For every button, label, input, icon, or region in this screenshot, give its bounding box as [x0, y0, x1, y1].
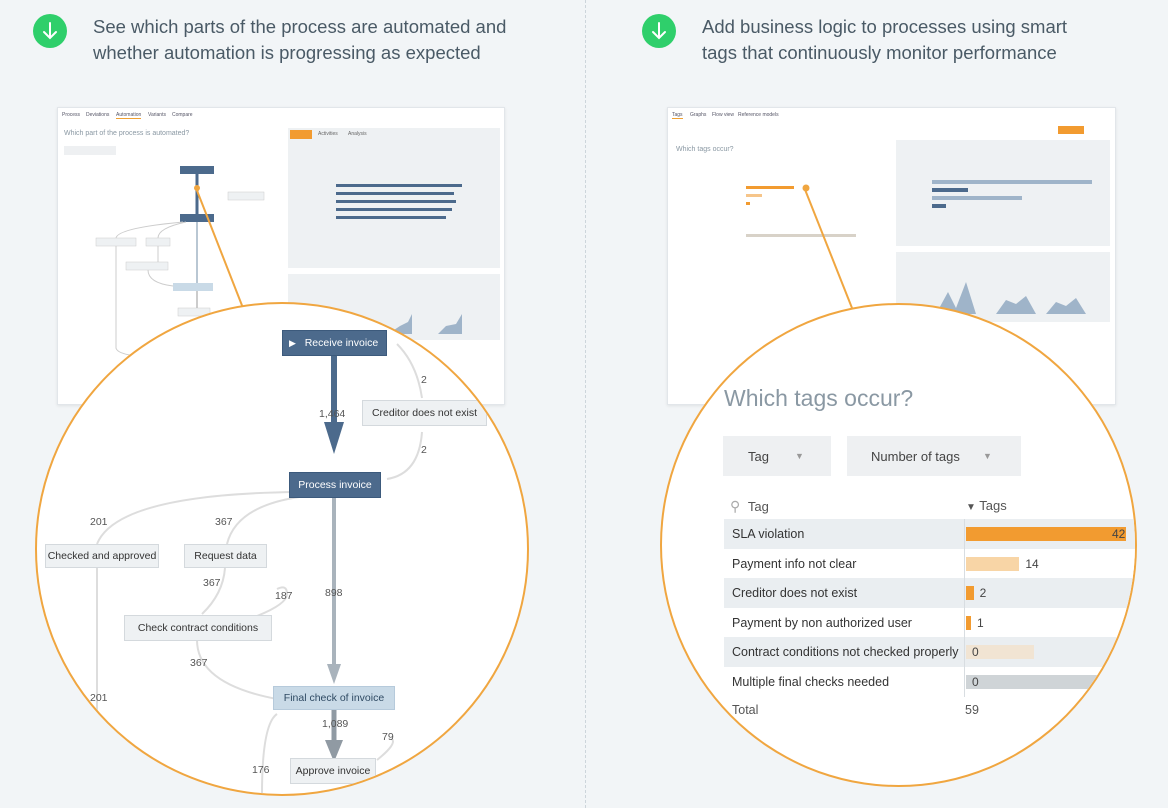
edge-count: 1,089 — [322, 718, 349, 730]
node-checked-label: Checked and approved — [47, 550, 157, 562]
node-receive-invoice[interactable]: ▶ Receive invoice — [282, 330, 387, 356]
tag-row-label: Payment by non authorized user — [732, 615, 912, 630]
node-request-label: Request data — [194, 550, 257, 562]
tag-row[interactable]: Multiple final checks needed 0 — [724, 666, 1135, 697]
play-icon: ▶ — [289, 337, 296, 348]
edge-count: 201 — [90, 516, 108, 528]
edge-count: 79 — [382, 731, 394, 743]
process-zoom-lens: ▶ Receive invoice Creditor does not exis… — [35, 302, 529, 796]
node-process-label: Process invoice — [298, 479, 372, 491]
column-separator — [964, 548, 965, 579]
tags-zoom-lens: Which tags occur? Tag ▼ Number of tags ▼… — [660, 303, 1137, 787]
total-label: Total — [732, 703, 759, 717]
tags-table: SLA violation 42 Payment info not clear 14 C… — [724, 519, 1135, 699]
tag-row-label: Payment info not clear — [732, 556, 857, 571]
tag-count-value: 42 — [1112, 527, 1126, 541]
column-separator — [964, 607, 965, 638]
node-approve-invoice[interactable]: Approve invoice — [290, 758, 376, 784]
tag-row[interactable]: SLA violation 42 — [724, 519, 1135, 549]
chevron-down-icon: ▼ — [983, 451, 992, 461]
node-request-data[interactable]: Request data — [184, 544, 267, 568]
tag-count-value: 0 — [972, 674, 979, 689]
tag-count-bar — [966, 674, 1116, 689]
tag-count-value: 0 — [972, 645, 979, 659]
edge-count: 1,464 — [319, 408, 346, 420]
tag-count-value: 14 — [1025, 556, 1039, 571]
node-contract-label: Check contract conditions — [137, 622, 259, 634]
column-separator — [964, 519, 965, 549]
edge-count: 176 — [252, 764, 270, 776]
tag-row-label: SLA violation — [732, 527, 805, 541]
tag-row[interactable]: Creditor does not exist 2 — [724, 578, 1135, 608]
edge-count: 367 — [215, 516, 233, 528]
tag-row[interactable]: Payment by non authorized user 1 — [724, 607, 1135, 638]
tag-row[interactable]: Payment info not clear 14 — [724, 548, 1135, 579]
column-separator — [964, 637, 965, 667]
column-separator — [964, 578, 965, 608]
chevron-down-icon: ▼ — [795, 451, 804, 461]
total-value: 59 — [965, 703, 979, 717]
node-approve-label: Approve invoice — [295, 765, 371, 777]
tags-column-header[interactable]: ▼ Tags — [966, 498, 1007, 513]
node-creditor-label: Creditor does not exist — [371, 407, 478, 419]
tag-count-value: 2 — [979, 586, 987, 600]
tag-count-value: 1 — [977, 615, 984, 630]
tags-title: Which tags occur? — [724, 385, 914, 411]
node-process-invoice[interactable]: Process invoice — [289, 472, 381, 498]
number-of-tags-label: Number of tags — [871, 448, 960, 464]
tag-count-bar — [966, 615, 971, 630]
node-receive-invoice-label: Receive invoice — [304, 337, 379, 349]
node-final-label: Final check of invoice — [283, 692, 385, 704]
edge-count: 2 — [421, 374, 427, 386]
column-separator — [964, 666, 965, 697]
node-creditor-not-exist[interactable]: Creditor does not exist — [362, 400, 487, 426]
edge-count: 367 — [203, 577, 221, 589]
tag-dropdown[interactable]: Tag ▼ — [723, 436, 831, 476]
tag-count-bar — [966, 527, 1126, 541]
edge-count: 367 — [190, 657, 208, 669]
tag-row-label: Multiple final checks needed — [732, 674, 890, 689]
sort-desc-icon: ▼ — [966, 502, 976, 513]
node-check-contract[interactable]: Check contract conditions — [124, 615, 272, 641]
tag-row-label: Contract conditions not checked properly — [732, 645, 959, 659]
tag-column-header[interactable]: ⚲ Tag — [730, 498, 769, 515]
tag-dropdown-label: Tag — [748, 448, 769, 464]
node-final-check[interactable]: Final check of invoice — [273, 686, 395, 710]
tag-count-bar — [966, 556, 1020, 571]
tags-column-label: Tags — [979, 498, 1007, 513]
tag-row[interactable]: Contract conditions not checked properly… — [724, 637, 1135, 667]
edge-count: 187 — [275, 590, 293, 602]
search-icon: ⚲ — [730, 498, 741, 514]
edge-count: 898 — [325, 587, 343, 599]
edge-count: 201 — [90, 692, 108, 704]
tag-column-label: Tag — [747, 499, 769, 514]
tag-row-label: Creditor does not exist — [732, 586, 858, 600]
number-of-tags-dropdown[interactable]: Number of tags ▼ — [847, 436, 1021, 476]
node-checked-approved[interactable]: Checked and approved — [45, 544, 159, 568]
tag-count-bar — [966, 586, 974, 600]
edge-count: 2 — [421, 444, 427, 456]
